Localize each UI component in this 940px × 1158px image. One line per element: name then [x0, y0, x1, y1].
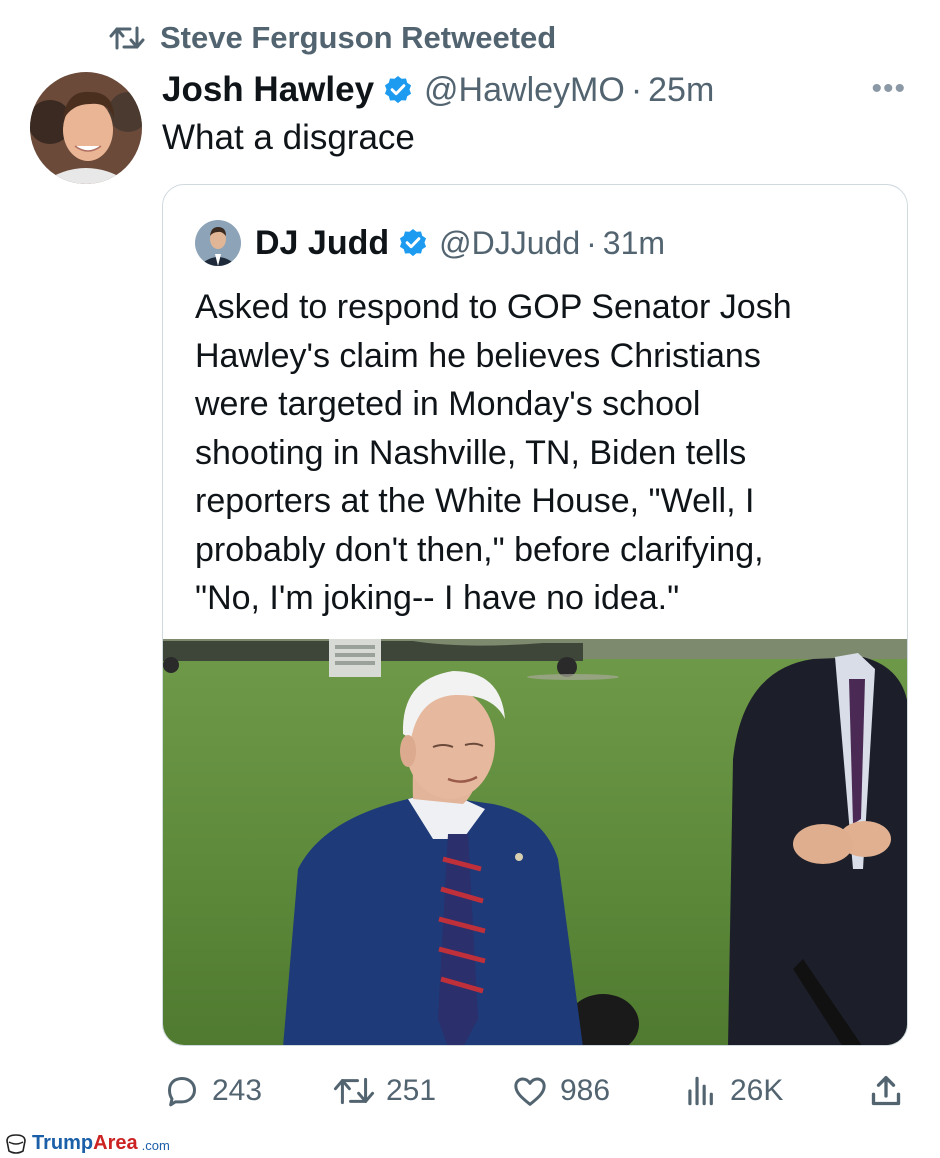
retweet-header: Steve Ferguson Retweeted — [108, 18, 556, 58]
quoted-author-avatar[interactable] — [195, 220, 241, 266]
quoted-tweet-photo[interactable] — [163, 639, 908, 1046]
views-count: 26K — [730, 1074, 784, 1107]
quoted-timestamp[interactable]: 31m — [603, 225, 665, 262]
retweet-icon — [333, 1077, 375, 1105]
trumparea-logo-icon — [6, 1133, 26, 1154]
verified-badge-icon — [382, 74, 414, 106]
quoted-separator-dot: · — [586, 224, 597, 261]
trumparea-watermark: TrumpArea .com — [4, 1132, 170, 1155]
reply-icon — [168, 1077, 196, 1107]
quoted-tweet-card[interactable]: DJ Judd @DJJudd · 31m Asked to respond t… — [162, 184, 908, 1046]
share-icon — [871, 1076, 901, 1106]
separator-dot: · — [630, 70, 643, 109]
heart-icon — [514, 1077, 546, 1106]
tweet-action-bar: 243 251 986 26K — [162, 1066, 908, 1116]
author-handle[interactable]: @HawleyMO — [424, 71, 625, 110]
retweet-count: 251 — [386, 1074, 437, 1107]
quoted-text-line: were targeted in Monday's school — [195, 385, 701, 423]
quoted-text-line: probably don't then," before clarifying, — [195, 530, 764, 569]
tweet-text: What a disgrace — [162, 118, 415, 157]
quoted-tweet-header: DJ Judd @DJJudd · 31m — [195, 217, 665, 269]
like-button[interactable]: 986 — [510, 1066, 610, 1116]
quoted-text-line: shooting in Nashville, TN, Biden tells — [195, 433, 747, 472]
reply-count: 243 — [212, 1074, 263, 1107]
retweet-icon — [109, 26, 145, 50]
quoted-text-line: reporters at the White House, "Well, I — [195, 482, 755, 520]
reply-button[interactable]: 243 — [162, 1066, 262, 1116]
views-chart-icon — [688, 1076, 713, 1106]
author-name[interactable]: Josh Hawley — [162, 70, 374, 110]
tweet-header: Josh Hawley @HawleyMO · 25m — [162, 68, 714, 112]
quoted-text-line: Asked to respond to GOP Senator Josh — [195, 288, 792, 326]
watermark-domain: .com — [141, 1138, 170, 1153]
quoted-author-handle[interactable]: @DJJudd — [439, 225, 580, 262]
quoted-text-line: Hawley's claim he believes Christians — [195, 336, 761, 375]
watermark-brand: TrumpArea — [32, 1132, 138, 1154]
quoted-text-line: "No, I'm joking-- I have no idea." — [195, 579, 680, 617]
like-count: 986 — [560, 1074, 611, 1107]
more-options-icon[interactable]: ••• — [871, 72, 906, 106]
tweet-timestamp[interactable]: 25m — [648, 71, 714, 110]
share-button[interactable] — [866, 1066, 906, 1116]
quoted-verified-badge-icon — [397, 227, 429, 259]
author-avatar[interactable] — [30, 72, 142, 184]
retweeted-by-label[interactable]: Steve Ferguson Retweeted — [160, 20, 556, 56]
views-button[interactable]: 26K — [682, 1066, 783, 1116]
retweet-button[interactable]: 251 — [332, 1066, 436, 1116]
quoted-tweet-text: Asked to respond to GOP Senator Josh Haw… — [195, 283, 885, 623]
quoted-author-name[interactable]: DJ Judd — [255, 224, 389, 263]
